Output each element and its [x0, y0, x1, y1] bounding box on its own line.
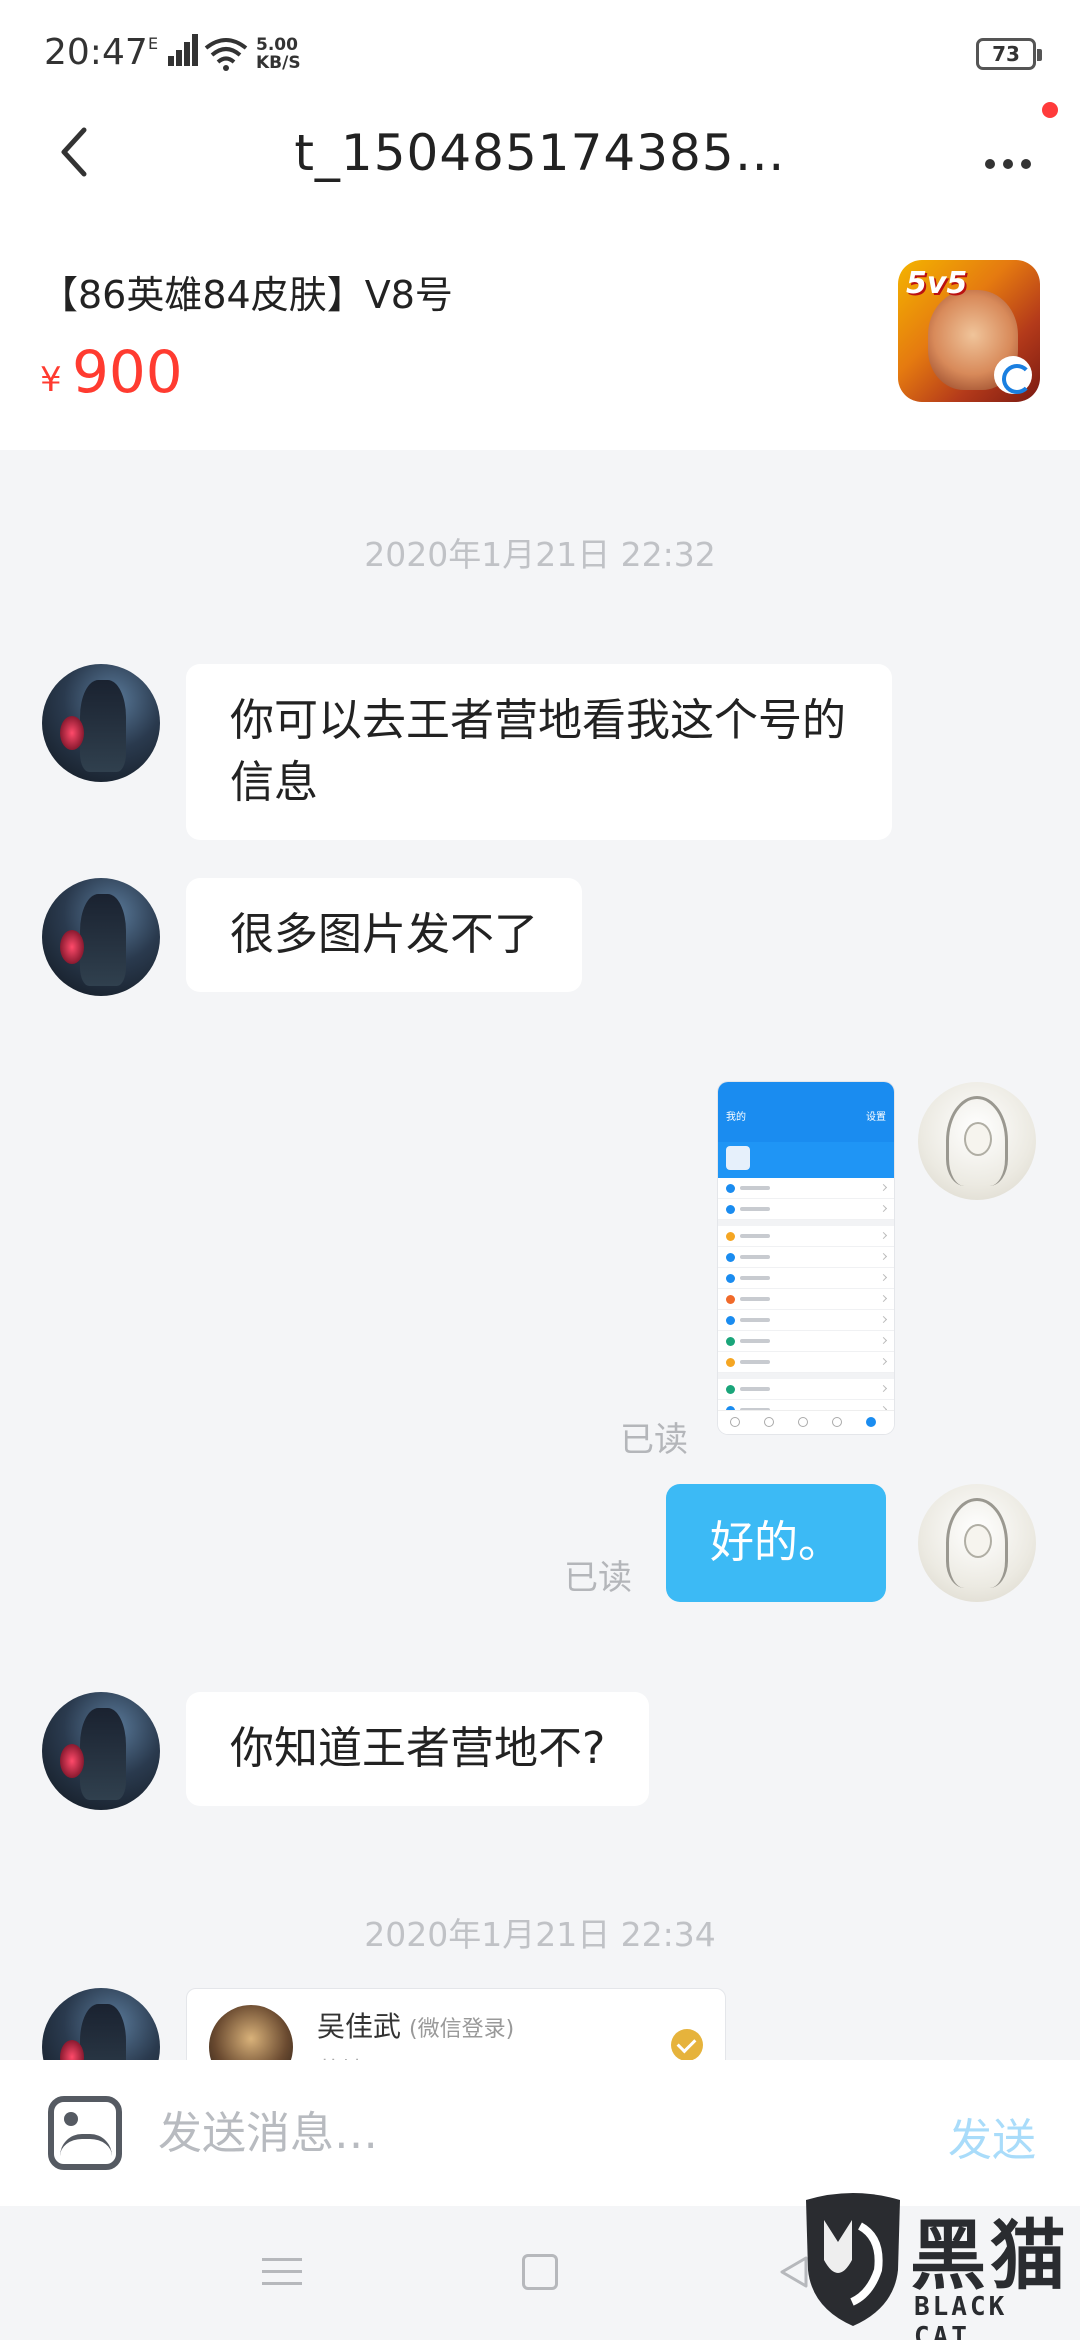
message-bubble-received[interactable]: 你知道王者营地不? — [186, 1692, 650, 1806]
price-currency: ¥ — [40, 360, 62, 400]
contact-id: 营地ID 397629592 — [317, 2051, 536, 2060]
message-input[interactable] — [158, 2096, 858, 2170]
system-nav-bar: 黑猫 BLACK CAT — [0, 2193, 1080, 2340]
image-preview-header: 我的 设置 — [718, 1082, 894, 1142]
game-logo-icon — [994, 356, 1032, 394]
send-button[interactable]: 发送 — [948, 2104, 1036, 2168]
timestamp: 2020年1月21日 22:32 — [364, 535, 716, 574]
contact-login-type: (微信登录) — [409, 2017, 515, 2042]
notification-badge — [1042, 102, 1058, 118]
watermark-subtext: BLACK CAT — [914, 2292, 1008, 2340]
chat-area[interactable]: 2020年1月21日 22:32 你可以去王者营地看我这个号的信息 很多图片发不… — [0, 450, 1080, 2060]
timestamp: 2020年1月21日 22:34 — [364, 1915, 716, 1954]
watermark: 黑猫 BLACK CAT — [798, 2180, 1070, 2340]
home-icon[interactable] — [522, 2254, 558, 2290]
product-price: 900 — [72, 338, 183, 406]
contact-card[interactable]: 吴佳武(微信登录) 营地ID 397629592 — [186, 1988, 726, 2060]
my-avatar[interactable] — [918, 1082, 1036, 1200]
my-avatar[interactable] — [918, 1484, 1036, 1602]
status-bar: 20:47 E 5.00 KB/S 73 — [0, 0, 1080, 100]
read-receipt: 已读 — [620, 1420, 688, 1460]
seller-avatar[interactable] — [42, 664, 160, 782]
signal-icon — [168, 34, 198, 66]
image-picker-icon[interactable] — [48, 2096, 122, 2170]
read-receipt: 已读 — [564, 1558, 632, 1598]
image-message[interactable]: 我的 设置 — [718, 1082, 894, 1434]
seller-avatar[interactable] — [42, 1988, 160, 2060]
watermark-text: 黑猫 — [910, 2211, 1070, 2300]
battery-icon: 73 — [976, 38, 1042, 70]
product-thumbnail[interactable]: 5v5 — [898, 260, 1040, 402]
contact-avatar — [209, 2005, 293, 2060]
more-button[interactable] — [980, 102, 1058, 174]
wifi-icon — [204, 38, 248, 71]
thumb-text: 5v5 — [906, 266, 968, 301]
chat-title: t_150485174385… — [294, 124, 786, 182]
message-bubble-received[interactable]: 你可以去王者营地看我这个号的信息 — [186, 664, 892, 840]
status-time: 20:47 — [44, 32, 148, 73]
net-speed: 5.00 KB/S — [256, 35, 301, 73]
top-nav: t_150485174385… — [0, 100, 1080, 210]
contact-name: 吴佳武 (微信登录) — [317, 2010, 515, 2043]
cat-shield-logo-icon — [806, 2193, 900, 2326]
message-bubble-received[interactable]: 很多图片发不了 — [186, 878, 582, 992]
verified-check-icon — [671, 2029, 703, 2060]
seller-avatar[interactable] — [42, 878, 160, 996]
seller-avatar[interactable] — [42, 1692, 160, 1810]
more-dots-icon — [985, 159, 1031, 169]
message-bubble-sent[interactable]: 好的。 — [666, 1484, 886, 1602]
product-title: 【86英雄84皮肤】V8号 — [40, 273, 453, 317]
product-card[interactable]: 【86英雄84皮肤】V8号 ¥ 900 5v5 — [0, 210, 1080, 450]
menu-icon[interactable] — [262, 2254, 302, 2290]
